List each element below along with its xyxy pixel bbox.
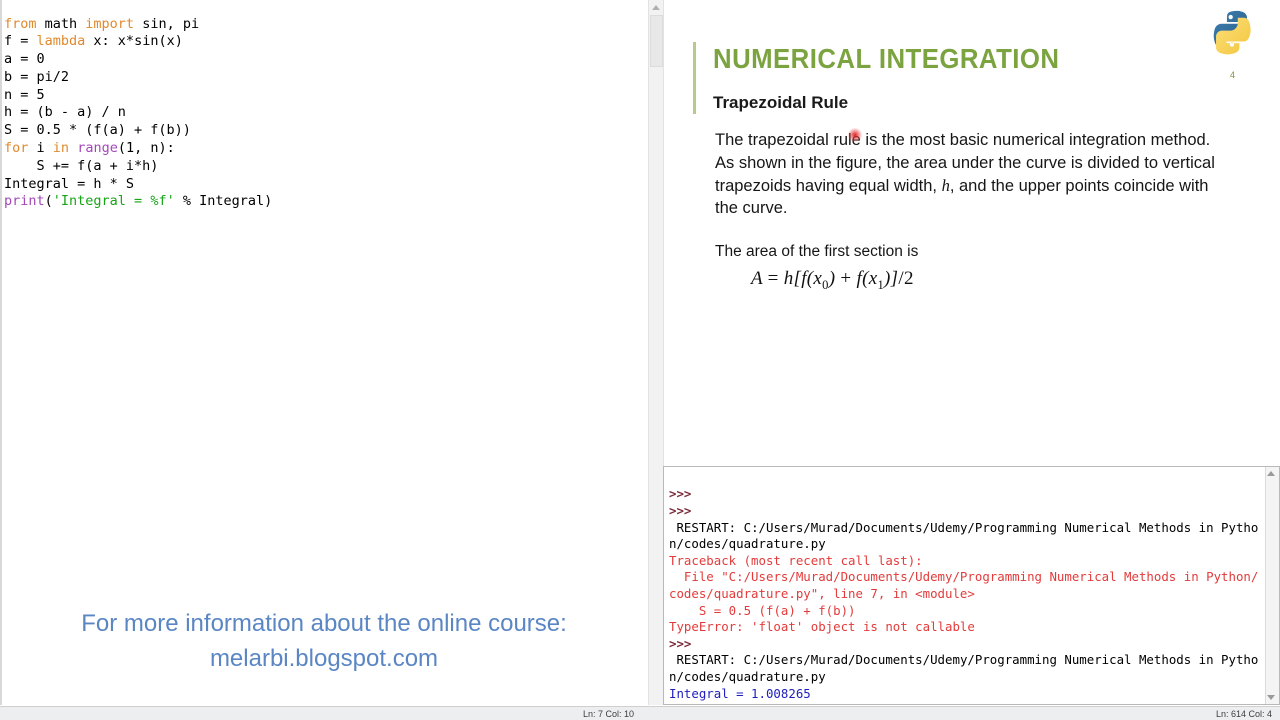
code-token: n = 5 <box>4 86 45 103</box>
shell-cursor-position: Ln: 614 Col: 4 <box>1215 709 1272 719</box>
code-token: h = (b - a) / n <box>4 104 126 121</box>
code-token: (1, n): <box>117 140 175 157</box>
mouse-cursor-highlight <box>848 128 862 142</box>
slide-subtitle: Trapezoidal Rule <box>713 93 849 112</box>
title-accent-bar <box>693 42 696 114</box>
shell-line: >>> <box>669 702 691 704</box>
application-window: from math import sin, pi f = lambda x: x… <box>0 0 1280 720</box>
code-token: Integral = h * S <box>4 175 135 192</box>
editor-status-bar: Ln: 7 Col: 10 <box>0 706 663 720</box>
python-logo-caption: 4 <box>1230 70 1236 80</box>
scrollbar-thumb[interactable] <box>650 15 663 67</box>
code-token: math <box>36 15 86 32</box>
code-token: for <box>4 140 29 157</box>
code-token: b = pi/2 <box>4 68 70 85</box>
shell-line: TypeError: 'float' object is not callabl… <box>669 619 975 635</box>
promo-text: For more information about the online co… <box>0 606 648 676</box>
shell-line: >>> <box>669 486 692 502</box>
area-caption: The area of the first section is <box>715 243 919 260</box>
code-token: S = 0.5 * (f(a) + f(b)) <box>4 122 191 139</box>
shell-status-bar: Ln: 614 Col: 4 <box>663 706 1280 720</box>
shell-line: RESTART: C:/Users/Murad/Documents/Udemy/… <box>669 519 1259 552</box>
code-token: a = 0 <box>4 51 45 68</box>
code-token: in <box>52 140 70 157</box>
editor-vertical-scrollbar[interactable] <box>648 0 664 705</box>
code-token: ( <box>44 193 53 210</box>
code-token: x: x*sin(x) <box>85 33 183 50</box>
code-token: from <box>4 15 37 32</box>
shell-line: >>> <box>669 502 692 518</box>
code-token: f = <box>4 33 37 50</box>
shell-line: RESTART: C:/Users/Murad/Documents/Udemy/… <box>669 652 1259 684</box>
scroll-up-arrow-icon[interactable] <box>649 0 663 14</box>
body-variable-h: h <box>941 175 950 195</box>
editor-cursor-position: Ln: 7 Col: 10 <box>583 709 635 719</box>
code-token: print <box>4 193 45 210</box>
shell-line: >>> <box>669 635 692 651</box>
editor-left-margin-line <box>0 0 2 705</box>
code-token: % Integral) <box>174 193 273 210</box>
code-token: sin, pi <box>134 15 200 32</box>
code-token: range <box>77 140 118 157</box>
source-code-text[interactable]: from math import sin, pi f = lambda x: x… <box>4 16 272 212</box>
code-token: import <box>85 15 135 32</box>
shell-line: Traceback (most recent call last): <box>669 552 923 568</box>
python-logo-svg <box>1213 10 1251 55</box>
code-token: lambda <box>36 33 86 50</box>
lesson-slide-pane: NUMERICAL INTEGRATION Trapezoidal Rule T… <box>665 0 1280 463</box>
python-code-editor-pane[interactable]: from math import sin, pi f = lambda x: x… <box>0 0 648 705</box>
shell-line: S = 0.5 (f(a) + f(b)) <box>669 602 856 618</box>
trapezoid-area-formula: A = h[f(x0) + f(x1)]/2 <box>751 268 914 292</box>
code-token: i <box>28 140 53 157</box>
shell-line: Integral = 1.008265 <box>669 685 811 701</box>
shell-vertical-scrollbar[interactable] <box>1265 467 1279 704</box>
code-token: 'Integral = %f' <box>52 193 175 210</box>
shell-line: File "C:/Users/Murad/Documents/Udemy/Pro… <box>669 569 1259 601</box>
python-shell-pane[interactable]: >>> >>> RESTART: C:/Users/Murad/Document… <box>663 466 1280 705</box>
code-token: S += f(a + i*h) <box>4 157 159 174</box>
slide-body-text: The trapezoidal rule is the most basic n… <box>715 129 1215 220</box>
shell-output-text[interactable]: >>> >>> RESTART: C:/Users/Murad/Document… <box>669 486 1265 704</box>
page-title: NUMERICAL INTEGRATION <box>713 43 1060 74</box>
python-logo <box>1207 8 1271 72</box>
promo-line-2: melarbi.blogspot.com <box>209 645 439 672</box>
promo-line-1: For more information about the online co… <box>81 610 567 637</box>
